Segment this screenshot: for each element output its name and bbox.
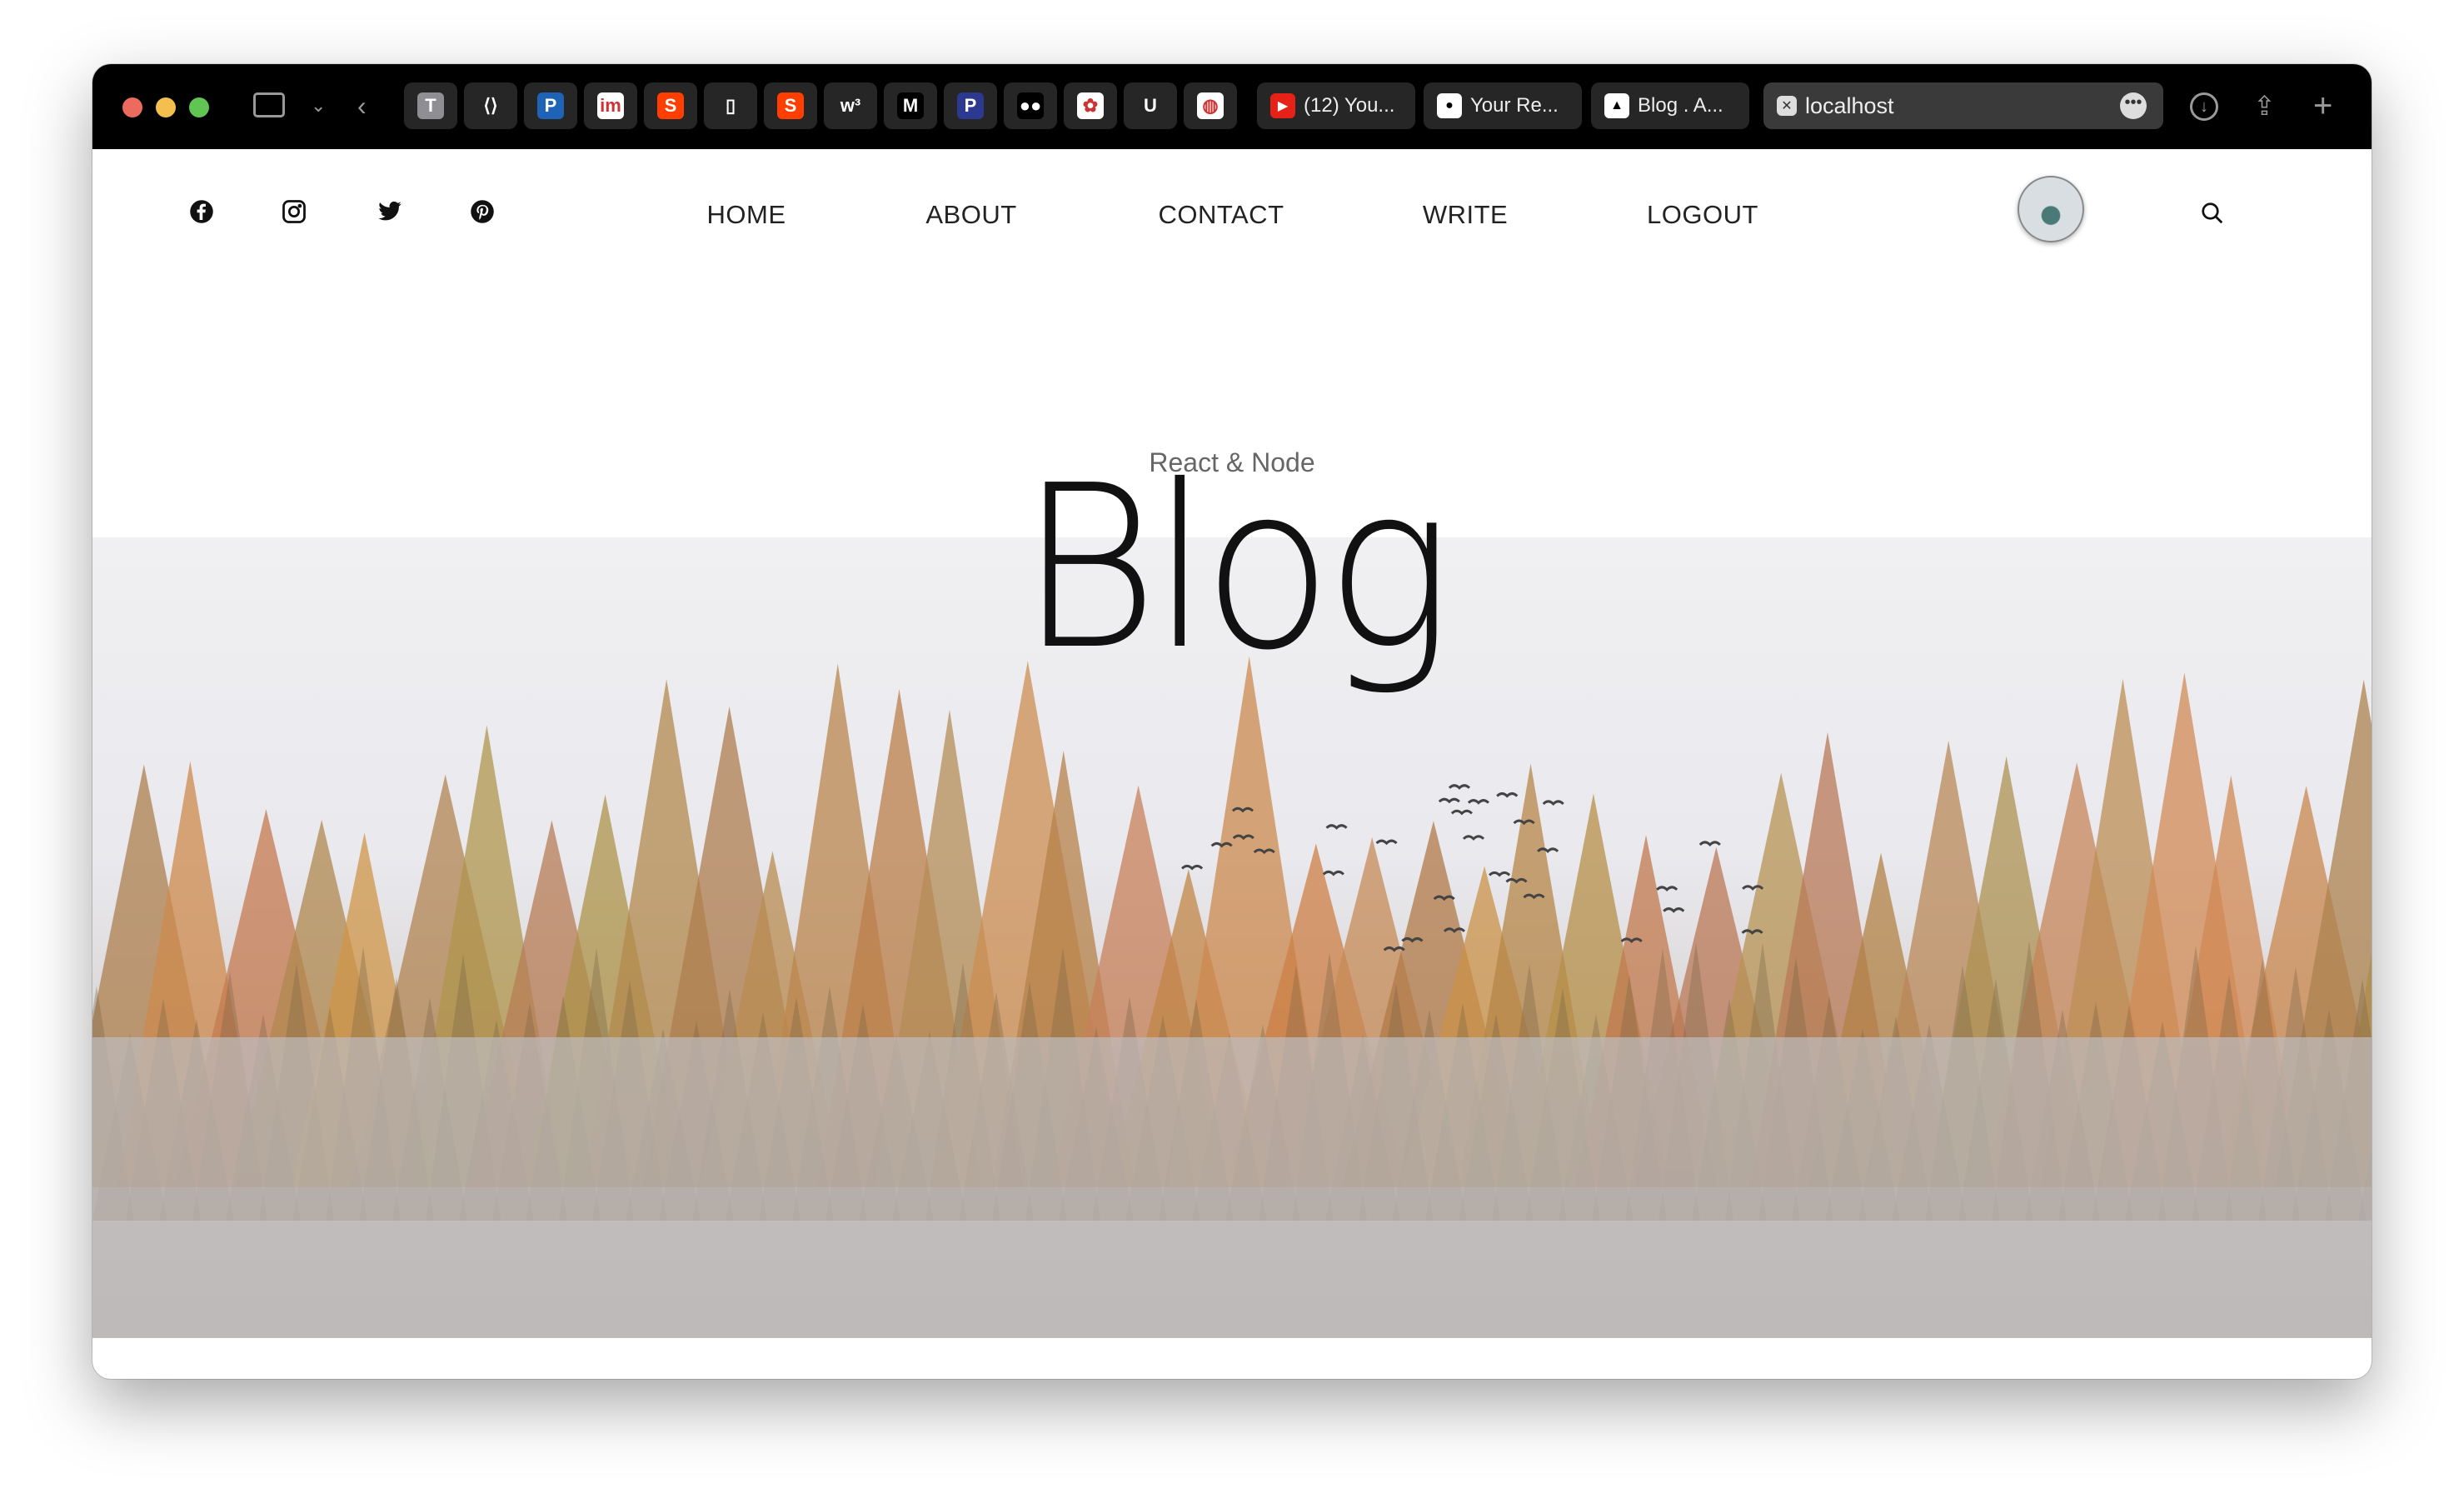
bird <box>1438 797 1460 804</box>
minimize-window-button[interactable] <box>156 97 176 117</box>
bird <box>1181 864 1204 871</box>
bird <box>1462 835 1485 841</box>
back-icon[interactable]: ‹ <box>357 92 367 119</box>
address-text: localhost <box>1805 92 1894 118</box>
favorite-green-app[interactable]: ▯ <box>704 82 757 129</box>
bird <box>1656 886 1678 891</box>
close-window-button[interactable] <box>122 97 142 117</box>
chevron-down-icon[interactable]: ⌄ <box>311 92 326 119</box>
favorite-svelte[interactable]: S <box>644 82 697 129</box>
sidebar-toggle-icon[interactable] <box>253 92 285 117</box>
medium-icon: ●● <box>1017 92 1044 119</box>
bird <box>1450 809 1473 816</box>
bird <box>1698 841 1721 847</box>
youtube-icon: ▶ <box>1270 93 1295 118</box>
favorite-p-app-2[interactable]: P <box>944 82 997 129</box>
nav-contact-link[interactable]: CONTACT <box>1158 200 1284 230</box>
p-app-2-icon: P <box>957 92 984 119</box>
share-icon[interactable]: ⇪ <box>2253 92 2276 119</box>
favorite-udacity[interactable]: U <box>1124 82 1177 129</box>
more-icon[interactable]: ••• <box>2120 92 2147 119</box>
nav-home-link[interactable]: HOME <box>707 200 786 230</box>
colorful-app-icon: ✿ <box>1077 92 1104 119</box>
w3schools-icon: w³ <box>837 92 864 119</box>
close-tab-icon[interactable]: ✕ <box>1777 96 1797 116</box>
tab-youtube[interactable]: ▶ (12) You... <box>1257 82 1415 129</box>
im-icon: im <box>597 92 624 119</box>
avatar[interactable] <box>2018 176 2084 242</box>
bird <box>1496 792 1519 798</box>
github-icon: ● <box>1437 93 1462 118</box>
zoom-window-button[interactable] <box>189 97 209 117</box>
typora-icon: T <box>417 92 444 119</box>
tab-blog[interactable]: ▲ Blog . A... <box>1591 82 1749 129</box>
favorite-im[interactable]: im <box>584 82 637 129</box>
favorite-code-brackets[interactable]: ⟨⟩ <box>464 82 517 129</box>
svelte-icon: S <box>657 92 684 119</box>
nav-logout-link[interactable]: LOGOUT <box>1647 200 1758 230</box>
bird <box>1325 824 1348 830</box>
bird <box>1542 800 1564 806</box>
bird <box>1663 907 1685 913</box>
svelte-2-icon: S <box>777 92 804 119</box>
favorite-w3schools[interactable]: w³ <box>824 82 877 129</box>
favorite-m-app[interactable]: M <box>884 82 937 129</box>
p-app-icon: P <box>537 92 564 119</box>
header-title: Blog <box>1018 437 1454 699</box>
browser-toolbar: ⌄ ‹ T ⟨⟩ Pim S ▯ Sw³ M P ●● ✿ U ◍ ▶ (12) You... ● You… <box>92 64 2372 149</box>
bird <box>1375 839 1398 846</box>
favorite-p-app[interactable]: P <box>524 82 577 129</box>
instagram-icon[interactable] <box>281 199 307 226</box>
twitter-icon[interactable] <box>377 199 403 226</box>
favorite-svelte-2[interactable]: S <box>764 82 817 129</box>
nav-about-link[interactable]: ABOUT <box>925 200 1016 230</box>
tab-github[interactable]: ● Your Re... <box>1424 82 1582 129</box>
tab-label: Blog . A... <box>1638 94 1723 117</box>
udacity-icon: U <box>1137 92 1164 119</box>
bird <box>1489 871 1511 877</box>
code-brackets-icon: ⟨⟩ <box>477 92 504 119</box>
download-icon[interactable]: ↓ <box>2190 92 2218 121</box>
pinterest-icon[interactable] <box>469 199 496 226</box>
bird <box>1448 784 1471 790</box>
dribbble-icon: ◍ <box>1197 92 1224 119</box>
green-app-icon: ▯ <box>717 92 744 119</box>
tab-localhost-active[interactable]: ✕ localhost ••• <box>1763 82 2163 129</box>
nav-write-link[interactable]: WRITE <box>1423 200 1508 230</box>
m-app-icon: M <box>897 92 924 119</box>
bird <box>1467 799 1489 805</box>
fog <box>92 1037 2372 1338</box>
favorite-dribbble[interactable]: ◍ <box>1184 82 1237 129</box>
favorite-typora[interactable]: T <box>404 82 457 129</box>
tab-label: (12) You... <box>1304 94 1395 117</box>
bird <box>1322 870 1344 876</box>
triangle-logo-icon: ▲ <box>1604 93 1629 118</box>
new-tab-icon[interactable]: + <box>2313 89 2332 122</box>
favorite-medium[interactable]: ●● <box>1004 82 1057 129</box>
browser-window: ⌄ ‹ T ⟨⟩ Pim S ▯ Sw³ M P ●● ✿ U ◍ ▶ (12) You... ● You… <box>92 64 2372 1379</box>
favorite-colorful-app[interactable]: ✿ <box>1064 82 1117 129</box>
facebook-icon[interactable] <box>188 199 215 226</box>
tab-label: Your Re... <box>1470 94 1559 117</box>
search-icon[interactable] <box>2200 201 2225 226</box>
